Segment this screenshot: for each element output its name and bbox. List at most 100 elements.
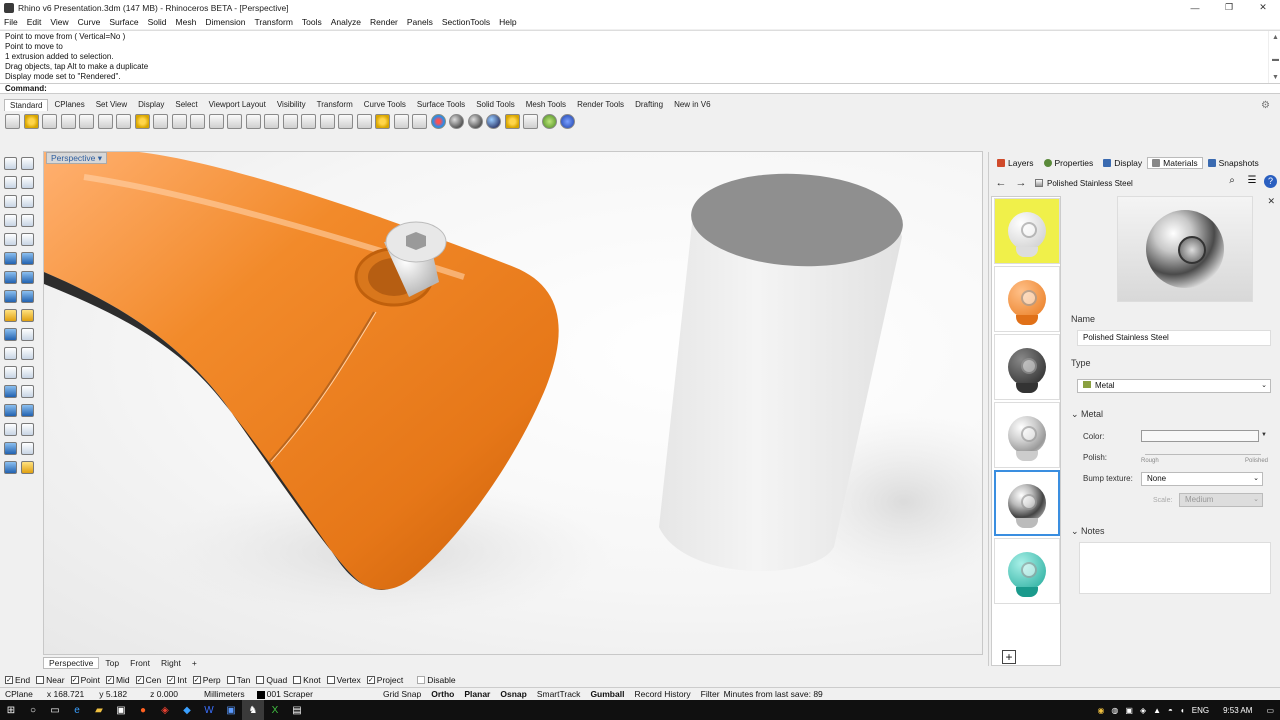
cut-icon[interactable] bbox=[97, 113, 113, 129]
move-tool-icon[interactable] bbox=[4, 366, 17, 379]
checkbox-icon[interactable]: ✓ bbox=[5, 675, 13, 684]
osnap-point[interactable]: ✓ Point bbox=[70, 675, 100, 685]
tab-select[interactable]: Select bbox=[170, 99, 202, 110]
app-icon-blue[interactable]: ◆ bbox=[176, 700, 198, 720]
checkbox-icon[interactable] bbox=[226, 675, 235, 684]
panel-tab-snapshots[interactable]: Snapshots bbox=[1203, 157, 1264, 169]
close-preview-icon[interactable]: ✕ bbox=[1267, 196, 1275, 207]
duplicate-icon[interactable] bbox=[116, 113, 131, 129]
file-explorer-icon[interactable]: ▰ bbox=[88, 700, 110, 720]
status-layer[interactable]: 001 Scraper bbox=[256, 689, 323, 699]
array-icon[interactable] bbox=[4, 404, 17, 417]
status-filter[interactable]: Filter bbox=[701, 689, 720, 699]
polyline-icon[interactable] bbox=[4, 176, 17, 189]
language-indicator[interactable]: ENG bbox=[1192, 706, 1209, 715]
panel-tab-materials[interactable]: Materials bbox=[1147, 157, 1203, 169]
material-preview[interactable] bbox=[1117, 196, 1253, 302]
tab-mesh-tools[interactable]: Mesh Tools bbox=[521, 99, 571, 110]
save-icon[interactable] bbox=[42, 113, 57, 129]
help-icon[interactable] bbox=[560, 113, 575, 129]
command-history[interactable]: Point to move from ( Vertical=No ) Point… bbox=[0, 30, 1280, 84]
move-icon[interactable] bbox=[190, 113, 205, 129]
menu-mesh[interactable]: Mesh bbox=[176, 17, 197, 27]
excel-icon[interactable]: X bbox=[264, 700, 286, 720]
search-icon[interactable]: ⌕ bbox=[1224, 175, 1240, 188]
vp-tab-top[interactable]: Top bbox=[100, 658, 124, 668]
menu-solid[interactable]: Solid bbox=[148, 17, 167, 27]
checkbox-icon[interactable] bbox=[417, 675, 426, 684]
extrude-icon[interactable] bbox=[21, 252, 34, 265]
menu-curve[interactable]: Curve bbox=[78, 17, 101, 27]
checkbox-icon[interactable] bbox=[326, 675, 335, 684]
panel-tab-layers[interactable]: Layers bbox=[992, 157, 1039, 169]
snap-icon[interactable] bbox=[523, 113, 538, 129]
ellipse-icon[interactable] bbox=[4, 233, 17, 246]
checkbox-icon[interactable] bbox=[256, 675, 265, 684]
tab-curve-tools[interactable]: Curve Tools bbox=[359, 99, 411, 110]
menu-panels[interactable]: Panels bbox=[407, 17, 433, 27]
maximize-button[interactable]: ❐ bbox=[1212, 0, 1246, 15]
curve-icon[interactable] bbox=[21, 176, 34, 189]
bump-texture-dropdown[interactable]: None ⌄ bbox=[1141, 472, 1263, 486]
tab-surface-tools[interactable]: Surface Tools bbox=[412, 99, 470, 110]
cylinder-icon[interactable] bbox=[4, 290, 17, 303]
layer-icon[interactable] bbox=[412, 113, 427, 129]
circle-icon[interactable] bbox=[4, 195, 17, 208]
checkbox-icon[interactable] bbox=[36, 675, 45, 684]
tray-icon[interactable]: ◍ bbox=[1111, 706, 1118, 715]
network-icon[interactable]: ◓ bbox=[1168, 706, 1173, 715]
fillet-edge-icon[interactable] bbox=[4, 328, 17, 341]
menu-surface[interactable]: Surface bbox=[109, 17, 138, 27]
tab-render-tools[interactable]: Render Tools bbox=[572, 99, 629, 110]
edge-browser-icon[interactable]: e bbox=[66, 700, 88, 720]
arc-icon[interactable] bbox=[21, 195, 34, 208]
material-type-dropdown[interactable]: Metal ⌄ bbox=[1077, 379, 1271, 393]
status-smarttrack[interactable]: SmartTrack bbox=[537, 689, 581, 699]
close-button[interactable]: ✕ bbox=[1246, 0, 1280, 15]
lock-icon[interactable] bbox=[393, 113, 409, 129]
tab-drafting[interactable]: Drafting bbox=[630, 99, 668, 110]
task-view-icon[interactable]: ▭ bbox=[44, 700, 66, 720]
fillet-icon[interactable] bbox=[21, 233, 34, 246]
status-grid-snap[interactable]: Grid Snap bbox=[383, 689, 421, 699]
app-icon-red[interactable]: ◈ bbox=[154, 700, 176, 720]
color-wheel-icon[interactable] bbox=[430, 113, 446, 129]
checkbox-icon[interactable]: ✓ bbox=[70, 675, 79, 684]
vp-tab-right[interactable]: Right bbox=[156, 658, 186, 668]
light-icon[interactable] bbox=[21, 461, 34, 474]
rendered-sphere-icon[interactable] bbox=[467, 113, 483, 129]
material-thumb-teal[interactable] bbox=[994, 538, 1060, 604]
osnap-quad[interactable]: Quad bbox=[256, 675, 287, 685]
check-icon[interactable] bbox=[21, 442, 34, 455]
osnap-project[interactable]: ✓ Project bbox=[366, 675, 403, 685]
menu-file[interactable]: File bbox=[4, 17, 18, 27]
minimize-button[interactable]: — bbox=[1178, 0, 1212, 15]
status-cplane[interactable]: CPlane bbox=[5, 689, 33, 699]
scroll-down-icon[interactable]: ▼ bbox=[1272, 73, 1279, 83]
osnap-perp[interactable]: ✓ Perp bbox=[192, 675, 221, 685]
box-icon[interactable] bbox=[4, 271, 17, 284]
osnap-cen[interactable]: ✓ Cen bbox=[135, 675, 161, 685]
select-arrow-icon[interactable] bbox=[4, 157, 17, 170]
tab-solid-tools[interactable]: Solid Tools bbox=[471, 99, 520, 110]
render-icon[interactable] bbox=[486, 113, 501, 129]
scroll-up-icon[interactable]: ▲ bbox=[1272, 33, 1279, 43]
status-planar[interactable]: Planar bbox=[464, 689, 490, 699]
scroll-thumb-icon[interactable]: ▬ bbox=[1272, 55, 1279, 65]
menu-view[interactable]: View bbox=[50, 17, 68, 27]
help-circle-icon[interactable]: ? bbox=[1264, 175, 1277, 188]
material-thumb-stainless-selected[interactable] bbox=[994, 470, 1060, 536]
tab-visibility[interactable]: Visibility bbox=[272, 99, 311, 110]
tray-icon[interactable]: ◉ bbox=[1097, 706, 1104, 715]
osnap-int[interactable]: ✓ Int bbox=[167, 675, 187, 685]
vp-tab-front[interactable]: Front bbox=[125, 658, 155, 668]
status-gumball[interactable]: Gumball bbox=[590, 689, 624, 699]
vp-tab-perspective[interactable]: Perspective bbox=[43, 657, 100, 669]
material-name-field[interactable]: Polished Stainless Steel bbox=[1077, 330, 1271, 346]
undo-icon[interactable] bbox=[153, 113, 168, 129]
checkbox-icon[interactable]: ✓ bbox=[366, 675, 375, 684]
osnap-tan[interactable]: Tan bbox=[226, 675, 250, 685]
osnap-vertex[interactable]: Vertex bbox=[326, 675, 361, 685]
menu-help[interactable]: Help bbox=[499, 17, 516, 27]
light-bulb-icon[interactable] bbox=[375, 113, 390, 129]
